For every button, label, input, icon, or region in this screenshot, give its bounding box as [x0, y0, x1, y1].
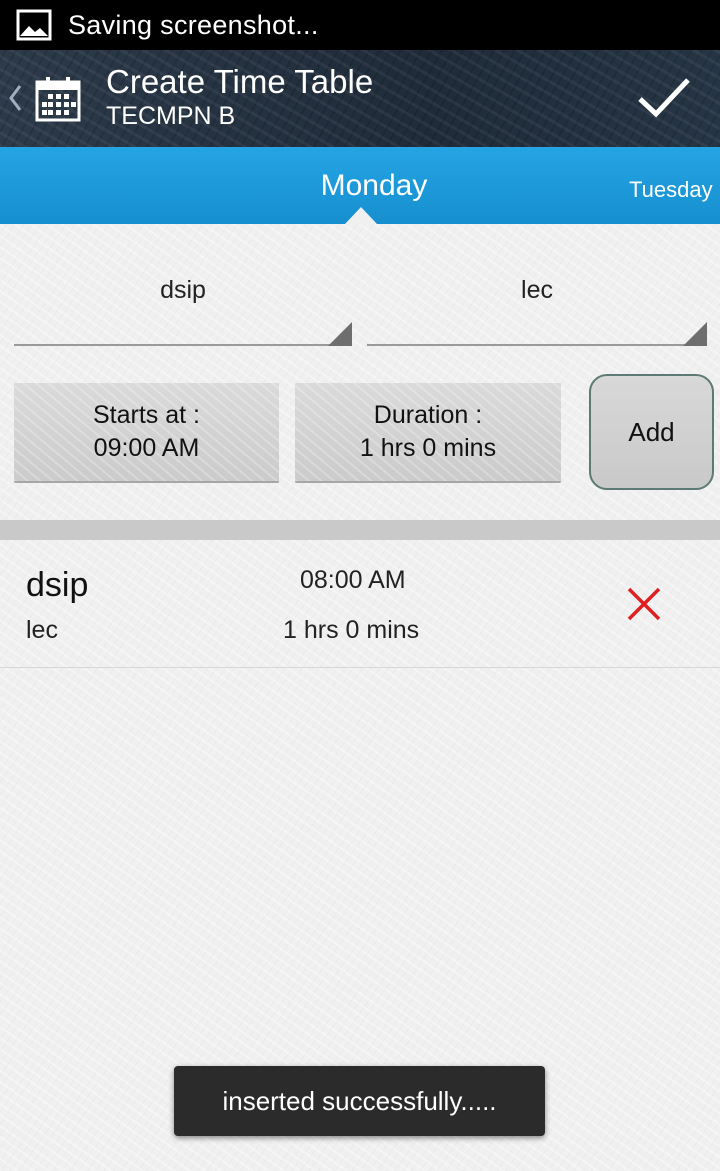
- close-icon[interactable]: [626, 586, 662, 622]
- dropdown-corner-icon: [683, 322, 707, 346]
- spinner-underline: [367, 344, 707, 346]
- entry-subject: dsip: [26, 566, 89, 604]
- starts-at-label: Starts at :: [93, 401, 200, 429]
- toast-text: inserted successfully.....: [222, 1085, 497, 1116]
- tab-tuesday[interactable]: Tuesday: [629, 177, 713, 203]
- duration-value: 1 hrs 0 mins: [359, 434, 497, 462]
- duration-label: Duration :: [373, 401, 483, 429]
- subject-spinner-value: dsip: [160, 276, 206, 304]
- add-button-label: Add: [628, 416, 675, 447]
- dropdown-corner-icon: [328, 322, 352, 346]
- duration-button[interactable]: Duration : 1 hrs 0 mins: [295, 383, 561, 483]
- checkmark-icon[interactable]: [632, 72, 696, 124]
- image-icon: [16, 9, 52, 41]
- add-button[interactable]: Add: [589, 374, 714, 490]
- type-spinner-value: lec: [521, 276, 553, 304]
- calendar-icon[interactable]: [34, 75, 82, 123]
- page-subtitle: TECMPN B: [106, 102, 236, 130]
- list-item: dsip lec 08:00 AM 1 hrs 0 mins: [0, 540, 720, 668]
- section-divider: [0, 520, 720, 540]
- subject-spinner[interactable]: dsip: [14, 258, 352, 348]
- tab-monday[interactable]: Monday: [290, 169, 458, 203]
- chevron-left-icon[interactable]: [6, 78, 24, 118]
- starts-at-value: 09:00 AM: [93, 434, 200, 462]
- list-divider: [0, 667, 720, 668]
- tab-indicator: [345, 207, 377, 224]
- entry-duration: 1 hrs 0 mins: [283, 616, 420, 644]
- type-spinner[interactable]: lec: [367, 258, 707, 348]
- entry-time: 08:00 AM: [300, 566, 406, 594]
- action-bar: Create Time Table TECMPN B: [0, 50, 720, 147]
- toast-message: inserted successfully.....: [174, 1066, 545, 1136]
- status-text: Saving screenshot...: [68, 9, 319, 40]
- page-title: Create Time Table: [106, 63, 374, 100]
- title-block: Create Time Table TECMPN B: [106, 62, 373, 132]
- entry-type: lec: [26, 616, 58, 644]
- spinner-underline: [14, 344, 352, 346]
- status-bar: Saving screenshot...: [0, 0, 720, 50]
- starts-at-button[interactable]: Starts at : 09:00 AM: [14, 383, 279, 483]
